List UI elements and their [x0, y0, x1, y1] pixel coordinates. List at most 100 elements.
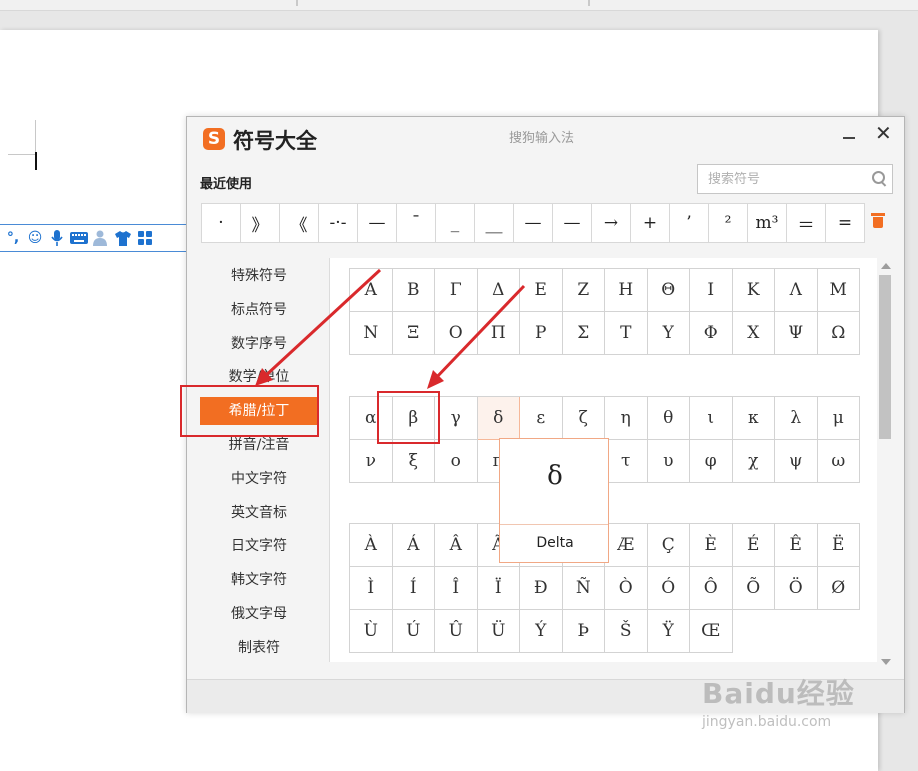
symbol-cell[interactable]: É: [732, 524, 775, 567]
symbol-cell[interactable]: μ: [817, 397, 860, 440]
symbol-cell[interactable]: Ö: [775, 567, 818, 610]
recent-symbol-cell[interactable]: ²: [709, 204, 748, 242]
symbol-cell[interactable]: Ω: [817, 312, 860, 355]
symbol-cell[interactable]: Â: [435, 524, 478, 567]
symbol-cell[interactable]: Θ: [647, 269, 690, 312]
trash-icon[interactable]: [871, 213, 885, 229]
category-item[interactable]: 数学/单位: [200, 363, 318, 391]
symbol-cell[interactable]: Ñ: [562, 567, 605, 610]
category-item[interactable]: 希腊/拉丁: [200, 397, 318, 426]
scroll-up-arrow-icon[interactable]: [881, 263, 891, 269]
symbol-cell[interactable]: Μ: [817, 269, 860, 312]
symbol-cell[interactable]: Ù: [350, 610, 393, 653]
recent-symbol-cell[interactable]: —: [358, 204, 397, 242]
symbol-cell[interactable]: Ζ: [562, 269, 605, 312]
symbol-cell[interactable]: Ð: [520, 567, 563, 610]
symbol-cell[interactable]: ν: [350, 440, 393, 483]
symbol-cell[interactable]: È: [690, 524, 733, 567]
symbol-cell[interactable]: Φ: [690, 312, 733, 355]
symbol-cell[interactable]: Í: [392, 567, 435, 610]
recent-symbol-cell[interactable]: —: [514, 204, 553, 242]
symbol-cell[interactable]: ψ: [775, 440, 818, 483]
symbol-cell[interactable]: À: [350, 524, 393, 567]
symbol-cell[interactable]: Κ: [732, 269, 775, 312]
recent-symbol-cell[interactable]: →: [592, 204, 631, 242]
symbol-cell[interactable]: Ý: [520, 610, 563, 653]
category-item[interactable]: 俄文字母: [200, 600, 318, 628]
symbol-cell[interactable]: Η: [605, 269, 648, 312]
symbol-cell[interactable]: Α: [350, 269, 393, 312]
category-item[interactable]: 拼音/注音: [200, 431, 318, 459]
symbol-cell[interactable]: Ü: [477, 610, 520, 653]
search-input[interactable]: [706, 171, 860, 188]
recent-symbol-cell[interactable]: m³: [748, 204, 787, 242]
punctuation-icon[interactable]: °,: [4, 229, 22, 247]
symbol-cell[interactable]: Δ: [477, 269, 520, 312]
symbol-cell[interactable]: Ρ: [520, 312, 563, 355]
symbol-cell[interactable]: φ: [690, 440, 733, 483]
category-item[interactable]: 英文音标: [200, 499, 318, 527]
recent-symbol-cell[interactable]: ·: [202, 204, 241, 242]
symbol-cell[interactable]: Š: [605, 610, 648, 653]
symbol-cell[interactable]: λ: [775, 397, 818, 440]
symbol-cell[interactable]: Υ: [647, 312, 690, 355]
symbol-cell[interactable]: α: [350, 397, 393, 440]
scroll-down-arrow-icon[interactable]: [881, 659, 891, 665]
symbol-cell[interactable]: Λ: [775, 269, 818, 312]
user-icon[interactable]: [92, 229, 110, 247]
symbol-cell[interactable]: ξ: [392, 440, 435, 483]
symbol-cell[interactable]: Γ: [435, 269, 478, 312]
symbol-cell[interactable]: Β: [392, 269, 435, 312]
symbol-cell[interactable]: Χ: [732, 312, 775, 355]
symbol-cell[interactable]: Ó: [647, 567, 690, 610]
recent-symbol-cell[interactable]: ＝: [787, 204, 826, 242]
scrollbar-thumb[interactable]: [879, 275, 891, 439]
symbol-cell[interactable]: Σ: [562, 312, 605, 355]
symbol-cell[interactable]: Ò: [605, 567, 648, 610]
symbol-cell[interactable]: Õ: [732, 567, 775, 610]
symbol-cell[interactable]: υ: [647, 440, 690, 483]
symbol-cell[interactable]: ο: [435, 440, 478, 483]
symbol-cell[interactable]: Ξ: [392, 312, 435, 355]
category-item[interactable]: 标点符号: [200, 296, 318, 324]
symbol-cell[interactable]: Þ: [562, 610, 605, 653]
symbol-cell[interactable]: Ø: [817, 567, 860, 610]
minimize-button[interactable]: [839, 125, 859, 145]
recent-symbol-cell[interactable]: ＿: [475, 204, 514, 242]
recent-symbol-cell[interactable]: —: [553, 204, 592, 242]
symbol-cell[interactable]: Ο: [435, 312, 478, 355]
category-item[interactable]: 中文字符: [200, 465, 318, 493]
symbol-cell[interactable]: ε: [520, 397, 563, 440]
recent-symbol-cell[interactable]: _: [436, 204, 475, 242]
microphone-icon[interactable]: [48, 229, 66, 247]
symbol-cell[interactable]: η: [605, 397, 648, 440]
symbol-cell[interactable]: Ë: [817, 524, 860, 567]
category-item[interactable]: 数字序号: [200, 330, 318, 358]
symbol-cell[interactable]: χ: [732, 440, 775, 483]
symbol-cell[interactable]: Ç: [647, 524, 690, 567]
recent-symbol-cell[interactable]: ¯: [397, 204, 436, 242]
symbol-cell[interactable]: Ψ: [775, 312, 818, 355]
symbol-cell[interactable]: Τ: [605, 312, 648, 355]
symbol-cell[interactable]: ζ: [562, 397, 605, 440]
symbol-cell[interactable]: Û: [435, 610, 478, 653]
symbol-cell[interactable]: Ÿ: [647, 610, 690, 653]
symbol-cell[interactable]: Î: [435, 567, 478, 610]
symbol-cell[interactable]: Π: [477, 312, 520, 355]
symbol-cell[interactable]: Ι: [690, 269, 733, 312]
symbol-cell[interactable]: γ: [435, 397, 478, 440]
close-button[interactable]: ✕: [875, 121, 892, 145]
symbol-cell[interactable]: Ú: [392, 610, 435, 653]
symbol-cell[interactable]: Œ: [690, 610, 733, 653]
symbol-cell[interactable]: Á: [392, 524, 435, 567]
category-item[interactable]: 韩文字符: [200, 566, 318, 594]
symbol-cell[interactable]: Æ: [605, 524, 648, 567]
symbol-cell[interactable]: Ô: [690, 567, 733, 610]
toolbox-grid-icon[interactable]: [136, 229, 154, 247]
symbol-cell[interactable]: Ε: [520, 269, 563, 312]
symbol-cell[interactable]: κ: [732, 397, 775, 440]
recent-symbol-cell[interactable]: -·-: [319, 204, 358, 242]
category-item[interactable]: 日文字符: [200, 532, 318, 560]
recent-symbol-cell[interactable]: +: [631, 204, 670, 242]
symbol-cell[interactable]: δ: [477, 397, 520, 440]
